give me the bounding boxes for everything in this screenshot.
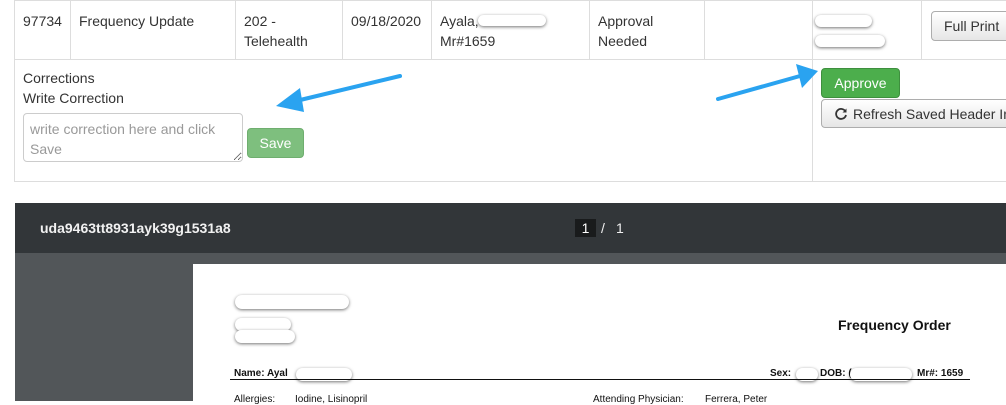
doc-allergies-label: Allergies: xyxy=(234,394,276,405)
arrow-correction-head xyxy=(276,88,304,112)
doc-mr-label: Mr#: 1659 xyxy=(917,368,964,379)
redaction-header-3 xyxy=(235,330,295,343)
page-number-input[interactable]: 1 xyxy=(575,219,596,237)
doc-divider xyxy=(230,379,970,380)
doc-physician-value: Ferrera, Peter xyxy=(705,394,768,405)
document-title: Frequency Order xyxy=(838,317,951,333)
doc-dob-label: DOB: ( xyxy=(820,368,852,379)
doc-physician-label: Attending Physician: xyxy=(593,394,684,405)
doc-allergies-value: Iodine, Lisinopril xyxy=(295,394,368,405)
doc-name-label: Name: Ayal xyxy=(234,368,288,379)
arrow-approve-head xyxy=(796,64,818,88)
page-total: 1 xyxy=(616,220,624,236)
arrow-correction-line xyxy=(294,74,402,103)
doc-sex-label: Sex: xyxy=(770,368,792,379)
pdf-page: Frequency Order Name: Ayal Sex: DOB: ( M… xyxy=(193,264,1006,405)
redaction-header-1 xyxy=(235,295,349,309)
pdf-filename: uda9463tt8931ayk39g1531a8 xyxy=(40,220,231,236)
pdf-toolbar: uda9463tt8931ayk39g1531a8 1 / 1 xyxy=(15,203,1006,253)
page-separator: / xyxy=(601,220,605,236)
arrow-approve-line xyxy=(716,74,802,101)
